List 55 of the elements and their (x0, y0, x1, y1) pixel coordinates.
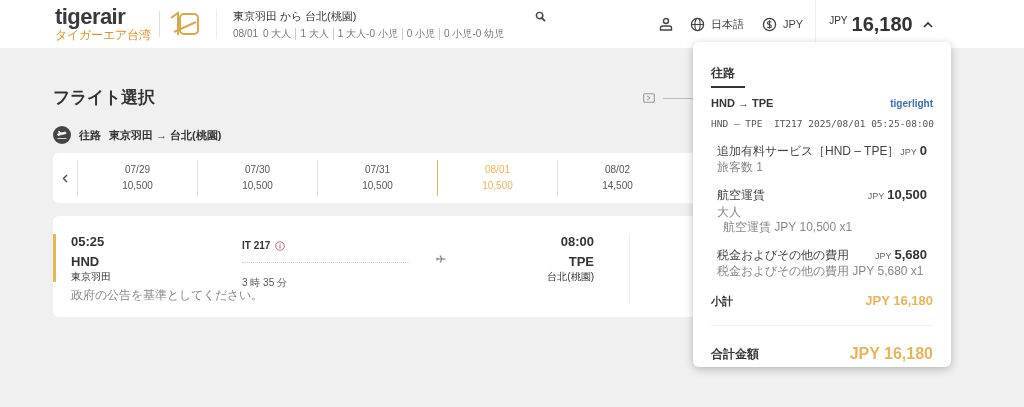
leg-route: 東京羽田 → 台北(桃園) (109, 127, 222, 143)
fee-label: 税金およびその他の費用 (717, 246, 849, 264)
date-tab[interactable]: 07/29 10,500 (77, 160, 197, 196)
date-tab[interactable]: 07/30 10,500 (197, 160, 317, 196)
language-button[interactable]: 日本語 (690, 15, 744, 33)
passenger-count: 0 小児-0 幼児 (439, 27, 505, 40)
user-icon[interactable] (659, 17, 673, 31)
fee-amount: JPY 0 (900, 141, 927, 160)
logo[interactable]: tigerair (55, 6, 151, 28)
plane-icon (53, 126, 71, 144)
anniversary-logo-icon (168, 10, 200, 38)
summary-route: HND → TPE (711, 96, 774, 111)
search-route[interactable]: 東京羽田 から 台北(桃園) (233, 8, 533, 25)
summary-heading: 往路 (711, 64, 745, 88)
arrival-code: TPE (568, 253, 594, 271)
passenger-count: 0 大人 (263, 27, 292, 40)
fee-label: 航空運賃 (717, 187, 765, 205)
fee-note: 大人 (717, 204, 742, 220)
logo-subtitle: タイガーエア台湾 (55, 28, 151, 42)
passenger-count: 1 大人 (295, 27, 329, 40)
fee-amount: JPY 10,500 (867, 186, 927, 205)
fee-note: 航空運賃 JPY 10,500 x1 (722, 219, 854, 235)
search-date: 08/01 (233, 27, 259, 40)
chevron-left-icon (62, 173, 68, 183)
subtotal-amount: JPY 16,180 (865, 292, 933, 311)
currency-button[interactable]: JPY (762, 15, 804, 33)
departure-time: 05:25 (71, 234, 106, 250)
notice-text: 政府の公告を基準としてください。 (71, 288, 263, 304)
info-icon[interactable] (275, 240, 286, 251)
departure-city: 東京羽田 (71, 271, 112, 283)
fee-note: 旅客数 1 (717, 160, 764, 176)
flight-number: IT 217 (242, 239, 271, 253)
fee-label: 追加有料サービス［HND – TPE］ (717, 142, 900, 160)
chevron-up-icon[interactable] (922, 20, 933, 28)
subtotal-label: 小計 (711, 293, 733, 309)
fare-type: tigerlight (890, 96, 933, 111)
flight-detail: HND – TPE IT217 2025/08/01 05:25-08:00 (711, 116, 933, 131)
search-icon[interactable] (535, 11, 546, 22)
flight-duration: 3 時 35 分 (242, 277, 288, 288)
plane-icon (436, 254, 446, 264)
leg-label: 往路 (79, 127, 101, 143)
arrival-city: 台北(桃園) (547, 271, 594, 283)
fee-amount: JPY 5,680 (874, 245, 927, 264)
passenger-count: 1 大人-0 小児 (332, 27, 398, 40)
total-amount: JPY 16,180 (849, 343, 933, 364)
dollar-icon (762, 16, 777, 32)
departure-code: HND (71, 253, 101, 271)
date-tab[interactable]: 07/31 10,500 (317, 160, 437, 196)
fee-note: 税金およびその他の費用 JPY 5,680 x1 (717, 264, 925, 280)
total-label: 合計金額 (711, 345, 759, 363)
date-tab[interactable]: 08/02 14,500 (557, 160, 677, 196)
globe-icon (690, 16, 705, 32)
passenger-count: 0 小児 (401, 27, 436, 40)
page-title: フライト選択 (53, 87, 156, 110)
arrival-time: 08:00 (560, 234, 594, 250)
